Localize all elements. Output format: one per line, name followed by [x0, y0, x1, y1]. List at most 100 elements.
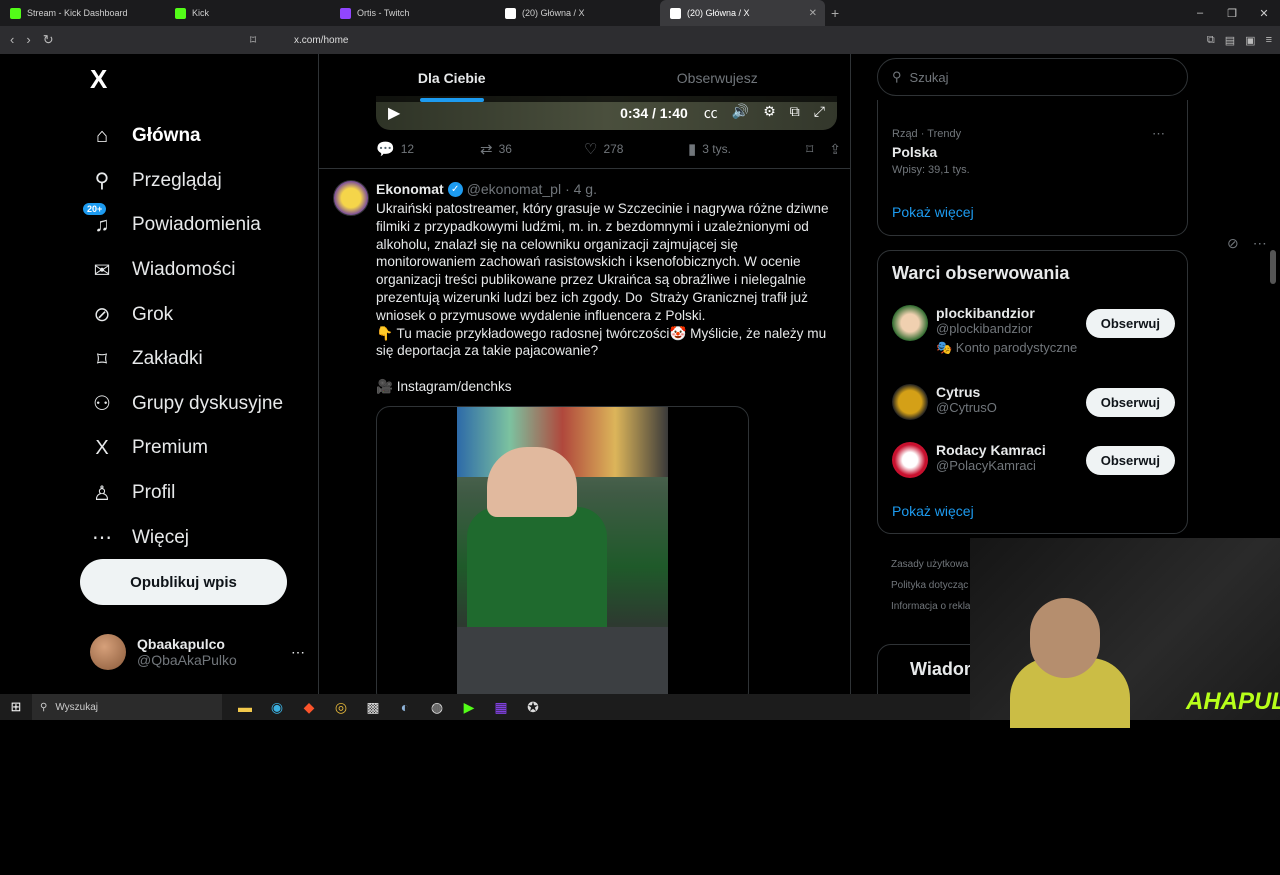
main-feed: ▶ 0:34 / 1:40 ㏄ 🔊 ⚙ ⧉ ⤢ Dla Ciebie Obser…	[318, 54, 1267, 706]
app-icon[interactable]: ✪	[524, 699, 542, 716]
search-input[interactable]: ⚲ Szukaj	[877, 58, 1188, 96]
extension-icon[interactable]: ⧉	[1207, 34, 1215, 47]
back-icon[interactable]: ‹	[10, 32, 14, 48]
sidebar-icon[interactable]: ▤	[1225, 34, 1235, 47]
avatar	[892, 384, 928, 420]
chrome-icon[interactable]: ◎	[332, 699, 350, 716]
webcam-overlay: AHAPULCO	[970, 538, 1280, 728]
reload-icon[interactable]: ↻	[43, 32, 54, 48]
steam-icon[interactable]: ◐	[396, 699, 414, 716]
restore-icon[interactable]: ❐	[1216, 7, 1248, 20]
fullscreen-icon[interactable]: ⤢	[814, 103, 825, 123]
x-icon	[505, 7, 516, 19]
tweet-time[interactable]: · 4 g.	[565, 181, 597, 197]
reply-icon: 💬	[376, 141, 395, 158]
views-button[interactable]: ▮ 3 tys.	[688, 140, 792, 158]
avatar	[892, 442, 928, 478]
communities-icon: ⚇	[93, 393, 111, 416]
address-bar-row: ‹ › ↻ ⌑ x.com/home ⧉ ▤ ▣ ≡	[0, 26, 1280, 54]
wallet-icon[interactable]: ▣	[1245, 34, 1255, 47]
bookmark-page-icon[interactable]: ⌑	[250, 33, 256, 47]
browser-tab-kick[interactable]: Kick	[165, 0, 330, 26]
footer-link[interactable]: Polityka dotycząc	[891, 575, 981, 596]
home-icon: ⌂	[95, 124, 109, 147]
edge-icon[interactable]: ◉	[268, 699, 286, 716]
popout-icon[interactable]: ⧉	[790, 103, 800, 123]
close-window-icon[interactable]: ✕	[1248, 7, 1280, 20]
settings-icon[interactable]: ⚙	[763, 103, 776, 123]
follow-button[interactable]: Obserwuj	[1085, 388, 1175, 417]
nav-item-communities[interactable]: ⚇ Grupy dyskusyjne	[90, 382, 283, 427]
tweet-avatar[interactable]	[333, 180, 369, 216]
nav-item-notifications[interactable]: 20+ ♫ Powiadomienia	[82, 201, 283, 248]
minimize-icon[interactable]: –	[1184, 7, 1216, 19]
url-field[interactable]: x.com/home	[270, 29, 990, 51]
browser-tab-twitch[interactable]: Ortis - Twitch	[330, 0, 495, 26]
follow-suggestion[interactable]: plockibandzior @plockibandzior 🎭 Konto p…	[892, 305, 1175, 356]
tweet-author-handle[interactable]: @ekonomat_pl	[467, 181, 561, 197]
file-explorer-icon[interactable]: ▬	[236, 699, 254, 716]
nav-item-grok[interactable]: ⊘ Grok	[90, 292, 283, 337]
new-tab-button[interactable]: +	[831, 5, 839, 21]
nav-item-explore[interactable]: ⚲ Przeglądaj	[90, 159, 283, 204]
more-icon[interactable]: ⋯	[291, 644, 305, 661]
browser-tab-kick-dashboard[interactable]: Stream - Kick Dashboard	[0, 0, 165, 26]
close-tab-icon[interactable]: ✕	[809, 8, 817, 19]
nav-item-bookmarks[interactable]: ⌑ Zakładki	[90, 337, 283, 382]
tweet-video[interactable]	[376, 406, 749, 706]
show-more-trends-link[interactable]: Pokaż więcej	[892, 204, 974, 220]
follow-suggestion[interactable]: Cytrus @CytrusO Obserwuj	[892, 384, 1175, 420]
app-icon[interactable]: ▩	[364, 699, 382, 716]
nav-item-premium[interactable]: X Premium	[90, 426, 283, 471]
trend-name[interactable]: Polska	[892, 144, 937, 160]
obs-icon[interactable]: ◍	[428, 699, 446, 716]
menu-icon[interactable]: ≡	[1266, 34, 1272, 47]
tweet-text: Ukraiński patostreamer, który grasuje w …	[376, 201, 829, 394]
left-sidebar: X ⌂ Główna ⚲ Przeglądaj 20+ ♫ Powiadomienia …	[0, 54, 318, 694]
forward-icon[interactable]: ›	[26, 32, 30, 48]
tab-for-you[interactable]: Dla Ciebie	[319, 54, 585, 102]
post-button[interactable]: Opublikuj wpis	[80, 559, 287, 605]
nav-item-profile[interactable]: ♙ Profil	[90, 471, 283, 516]
browser-tab-x[interactable]: (20) Główna / X	[495, 0, 660, 26]
repost-button[interactable]: ⇄ 36	[480, 140, 584, 158]
nav-item-messages[interactable]: ✉ Wiadomości	[90, 248, 283, 293]
share-icon[interactable]: ⇪	[829, 141, 841, 158]
kick-icon[interactable]: ▶	[460, 699, 478, 716]
stream-watermark: AHAPULCO	[1186, 688, 1280, 715]
tab-following[interactable]: Obserwujesz	[585, 54, 851, 102]
repost-icon: ⇄	[480, 141, 493, 158]
taskbar-search[interactable]: ⚲ Wyszukaj	[32, 694, 222, 720]
follow-button[interactable]: Obserwuj	[1085, 309, 1175, 338]
footer-links: Zasady użytkowa Polityka dotycząc Inform…	[891, 554, 981, 617]
views-icon: ▮	[688, 141, 697, 158]
footer-link[interactable]: Informacja o rekla	[891, 596, 981, 617]
reply-button[interactable]: 💬 12	[376, 140, 480, 158]
play-icon[interactable]: ▶	[388, 103, 400, 123]
bell-icon: 20+ ♫	[82, 201, 114, 237]
nav-item-more[interactable]: ⋯ Więcej	[90, 515, 283, 560]
footer-link[interactable]: Zasady użytkowa	[891, 554, 981, 575]
like-button[interactable]: ♡ 278	[584, 140, 688, 158]
scrollbar-thumb[interactable]	[1270, 250, 1276, 284]
brave-icon[interactable]: ◆	[300, 699, 318, 716]
follow-button[interactable]: Obserwuj	[1085, 446, 1175, 475]
bookmark-icon[interactable]: ⌑	[806, 141, 813, 158]
windows-start-icon[interactable]: ⊞	[0, 699, 32, 715]
browser-tab-strip: Stream - Kick Dashboard Kick Ortis - Twi…	[0, 0, 1280, 26]
volume-icon[interactable]: 🔊	[732, 103, 749, 123]
avatar	[90, 634, 126, 670]
nav-item-home[interactable]: ⌂ Główna	[90, 114, 283, 159]
follow-suggestion[interactable]: Rodacy Kamraci @PolacyKamraci Obserwuj	[892, 442, 1175, 478]
captions-icon[interactable]: ㏄	[704, 103, 718, 123]
more-icon[interactable]: ⋯	[1152, 126, 1165, 142]
account-switcher[interactable]: Qbaakapulco @QbaAkaPulko ⋯	[90, 634, 305, 670]
tweet-author-name[interactable]: Ekonomat	[376, 181, 444, 197]
x-icon	[670, 7, 681, 19]
browser-tab-x-active[interactable]: (20) Główna / X ✕	[660, 0, 825, 26]
twitch-icon[interactable]: ▦	[492, 699, 510, 716]
profile-name: Qbaakapulco	[137, 636, 225, 652]
profile-handle: @QbaAkaPulko	[137, 652, 237, 668]
x-logo-icon[interactable]: X	[90, 64, 107, 95]
show-more-follow-link[interactable]: Pokaż więcej	[892, 503, 974, 519]
